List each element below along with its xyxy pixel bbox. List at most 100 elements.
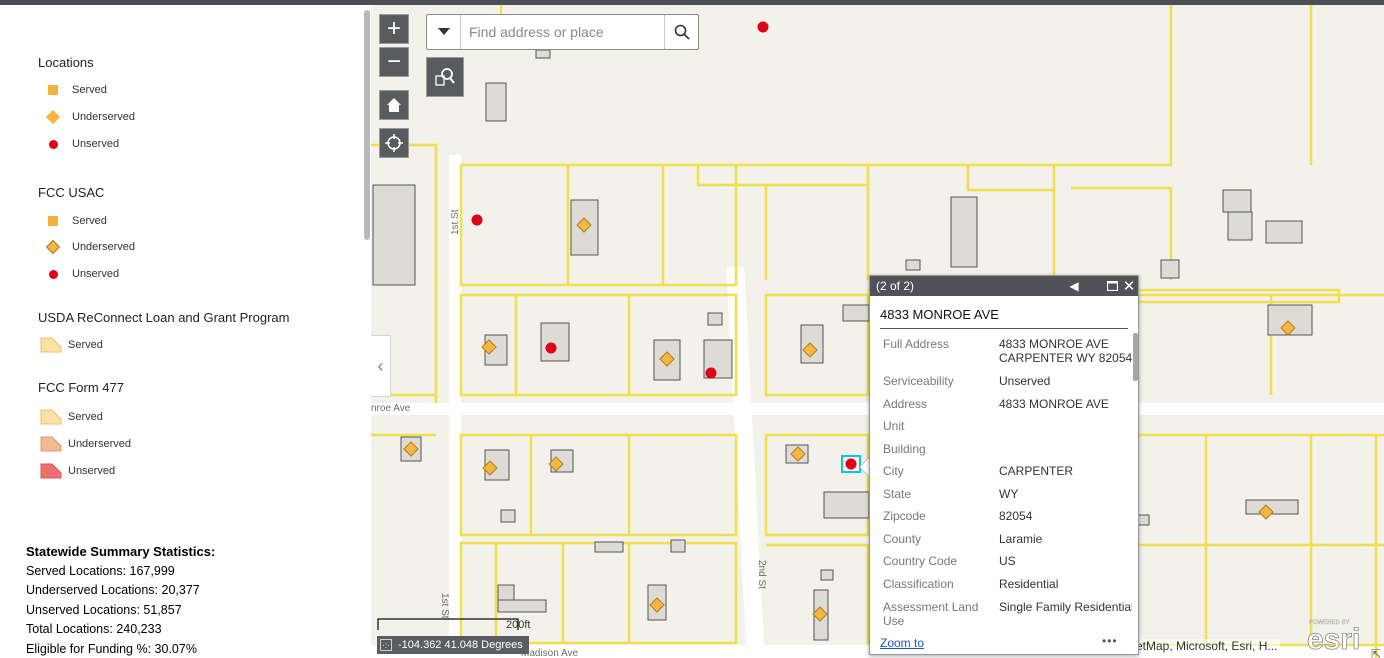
query-tool-button[interactable] — [426, 57, 464, 97]
field-key: Country Code — [883, 554, 958, 568]
legend-item-label: Underserved — [72, 241, 135, 253]
legend-group-title: USDA ReConnect Loan and Grant Program — [38, 310, 290, 325]
resize-corner-icon[interactable]: ⇱ — [1371, 647, 1381, 658]
popup-title: 4833 MONROE AVE — [880, 307, 999, 322]
legend-group-locations: Locations — [38, 55, 94, 70]
field-value: 4833 MONROE AVE — [999, 397, 1109, 411]
legend-panel: Locations Served Underserved Unserved FC… — [0, 5, 362, 658]
coordinate-readout[interactable]: ·:· -104.362 41.048 Degrees — [377, 636, 529, 654]
polygon-icon — [40, 337, 62, 353]
coordinate-value: -104.362 41.048 Degrees — [398, 639, 523, 651]
legend-item-served: Served — [40, 337, 103, 353]
field-value: CARPENTER — [999, 464, 1074, 478]
field-key: Assessment Land Use — [883, 600, 979, 628]
attribution[interactable]: etMap, Microsoft, Esri, H... — [1133, 639, 1281, 653]
stat-unserved: Unserved Locations: 51,857 — [26, 602, 182, 617]
field-key: City — [883, 464, 904, 478]
legend-item-label: Served — [68, 411, 103, 423]
search-button[interactable] — [664, 15, 698, 49]
polygon-icon — [40, 409, 62, 425]
scale-label: 200ft — [506, 619, 531, 631]
svg-text:esri: esri — [1307, 623, 1360, 653]
field-value: US — [999, 554, 1016, 568]
legend-scrollbar[interactable] — [364, 10, 370, 240]
maximize-button[interactable] — [1104, 278, 1120, 294]
polygon-icon — [40, 463, 62, 479]
legend-item-served: Served — [44, 84, 107, 96]
legend-item-label: Served — [72, 215, 107, 227]
close-button[interactable]: ✕ — [1121, 278, 1137, 295]
legend-group-title: FCC USAC — [38, 185, 105, 200]
popup-footer: Zoom to ••• — [880, 634, 1117, 650]
legend-item-label: Unserved — [72, 268, 120, 280]
legend-item-underserved: Underserved — [40, 436, 131, 452]
more-options-button[interactable]: ••• — [1102, 634, 1118, 648]
stat-underserved: Underserved Locations: 20,377 — [26, 583, 200, 597]
field-value: WY — [999, 487, 1019, 501]
field-key: Building — [883, 442, 926, 456]
legend-group-fcc-form-477: FCC Form 477 — [38, 380, 124, 395]
esri-logo-icon[interactable]: POWERED BY esri — [1306, 615, 1364, 653]
stat-eligible: Eligible for Funding %: 30.07% — [26, 641, 197, 656]
field-value: 4833 MONROE AVE CARPENTER WY 82054 — [999, 337, 1132, 365]
stat-served: Served Locations: 167,999 — [26, 563, 175, 578]
search-icon — [674, 24, 690, 40]
popup-scrollbar[interactable] — [1133, 333, 1138, 381]
feature-popup: (2 of 2) ◀ ✕ 4833 MONROE AVE Full Addres… — [869, 275, 1139, 655]
square-icon — [48, 216, 58, 226]
field-value: Unserved — [999, 374, 1051, 388]
diamond-icon — [45, 239, 61, 255]
caret-down-icon — [437, 28, 450, 35]
legend-item-label: Underserved — [68, 438, 131, 450]
dot-icon — [49, 269, 58, 279]
zoom-to-link[interactable]: Zoom to — [880, 636, 924, 650]
legend-group-title: Locations — [38, 55, 94, 70]
search-input[interactable] — [467, 21, 657, 43]
legend-item-label: Served — [68, 339, 103, 351]
legend-item-label: Unserved — [68, 465, 116, 477]
collapse-panel-button[interactable]: ‹ — [371, 335, 391, 397]
locate-button[interactable] — [379, 128, 409, 158]
stats-title: Statewide Summary Statistics: — [26, 544, 216, 559]
legend-item-served: Served — [44, 215, 107, 227]
maximize-icon — [1106, 281, 1118, 291]
legend-item-served: Served — [40, 409, 103, 425]
street-label-monroe: nroe Ave — [371, 403, 411, 414]
field-value: Laramie — [999, 532, 1043, 546]
field-value: Residential — [999, 577, 1059, 591]
popup-divider — [880, 328, 1128, 329]
legend-item-underserved: Underserved — [44, 109, 135, 125]
field-value: 82054 — [999, 509, 1033, 523]
query-search-icon — [435, 68, 455, 86]
legend-item-label: Underserved — [72, 111, 135, 123]
chevron-left-icon: ‹ — [377, 355, 384, 376]
search-source-dropdown[interactable] — [427, 15, 461, 49]
caret-left-icon: ◀ — [1069, 279, 1079, 293]
popup-header: (2 of 2) ◀ ✕ — [870, 276, 1138, 296]
field-value: Single Family Residential — [999, 600, 1132, 614]
previous-feature-button[interactable]: ◀ — [1066, 278, 1082, 294]
legend-item-label: Served — [72, 84, 107, 96]
popup-counter: (2 of 2) — [876, 279, 915, 293]
stat-total: Total Locations: 240,233 — [26, 622, 162, 636]
coordinate-toggle-icon[interactable]: ·:· — [380, 639, 392, 651]
legend-group-title: FCC Form 477 — [38, 380, 124, 395]
street-label-1st-lower: 1st St — [439, 593, 450, 619]
field-key: Zipcode — [883, 509, 926, 523]
field-key: Serviceability — [883, 374, 954, 388]
field-key: State — [883, 487, 912, 501]
zoom-out-button[interactable]: − — [379, 47, 409, 77]
legend-item-unserved: Unserved — [40, 463, 115, 479]
locate-icon — [385, 134, 403, 152]
home-button[interactable] — [379, 90, 409, 120]
home-icon — [387, 98, 401, 112]
dot-icon — [49, 139, 58, 149]
legend-item-underserved: Underserved — [44, 239, 135, 255]
legend-item-unserved: Unserved — [44, 268, 119, 280]
zoom-in-button[interactable]: + — [379, 14, 409, 44]
summary-statistics: Statewide Summary Statistics: Served Loc… — [26, 542, 215, 658]
street-label-2nd: 2nd St — [756, 560, 767, 589]
square-icon — [48, 85, 58, 95]
close-icon: ✕ — [1122, 278, 1136, 295]
polygon-icon — [40, 436, 62, 452]
